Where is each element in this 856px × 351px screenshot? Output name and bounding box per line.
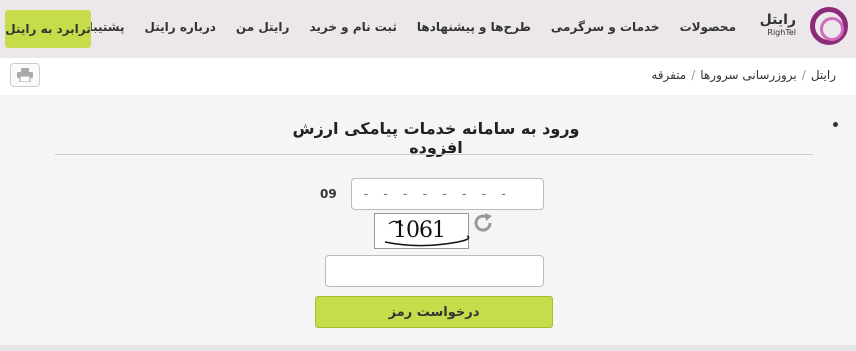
port-to-rightel-button[interactable]: ترابرد به رایتل: [5, 10, 91, 48]
nav-services[interactable]: خدمات و سرگرمی: [541, 20, 670, 34]
rightel-logo[interactable]: [802, 7, 848, 45]
nav-register[interactable]: ثبت نام و خرید: [299, 20, 406, 34]
footer-strip: [0, 345, 856, 351]
breadcrumb-separator: /: [691, 68, 696, 82]
phone-number-input[interactable]: [351, 178, 544, 210]
nav-products[interactable]: محصولات: [670, 20, 746, 34]
brand-text[interactable]: رایتل RighTel: [760, 12, 796, 38]
refresh-icon: [474, 213, 492, 232]
logo-icon: [810, 7, 848, 45]
breadcrumb-current: متفرقه: [651, 68, 687, 82]
breadcrumb-separator: /: [801, 68, 806, 82]
breadcrumb-servers[interactable]: بروزرسانی سرورها: [700, 68, 796, 82]
printer-icon: [17, 68, 33, 82]
divider: [55, 154, 813, 155]
refresh-captcha-button[interactable]: [472, 212, 494, 234]
captcha-image: 1061: [374, 213, 470, 249]
list-bullet: [833, 122, 838, 127]
breadcrumb-home[interactable]: رایتل: [811, 68, 836, 82]
nav-my-rightel[interactable]: رایتل من: [226, 20, 300, 34]
brand-name-en: RighTel: [767, 28, 796, 37]
print-button[interactable]: [10, 63, 40, 87]
nav-plans[interactable]: طرح‌ها و پیشنهادها: [407, 20, 541, 34]
breadcrumb: رایتل / بروزرسانی سرورها / متفرقه: [651, 68, 836, 82]
main-nav: محصولات خدمات و سرگرمی طرح‌ها و پیشنهاده…: [62, 20, 746, 34]
phone-prefix: 09: [320, 187, 337, 201]
nav-about[interactable]: درباره رایتل: [135, 20, 226, 34]
captcha-code-input[interactable]: [325, 255, 544, 287]
site-header: رایتل RighTel محصولات خدمات و سرگرمی طرح…: [0, 0, 856, 58]
page-title: ورود به سامانه خدمات پیامکی ارزش افزوده: [292, 119, 580, 157]
captcha-noise: [384, 220, 470, 247]
request-password-button[interactable]: درخواست رمز: [315, 296, 553, 328]
brand-name-fa: رایتل: [759, 12, 796, 28]
